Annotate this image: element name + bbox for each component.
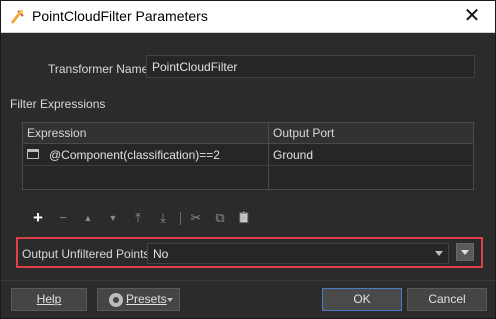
presets-button-label: Presets (126, 292, 167, 306)
row-divider (23, 165, 473, 166)
remove-row-icon[interactable]: − (55, 209, 71, 227)
move-bottom-icon[interactable]: ⤓ (155, 209, 171, 227)
output-unfiltered-label: Output Unfiltered Points: (22, 247, 153, 261)
presets-button[interactable]: Presets (97, 288, 180, 311)
transformer-name-label: Transformer Name: (48, 62, 152, 76)
column-header-output-port[interactable]: Output Port (273, 126, 334, 140)
help-button-label: Help (36, 292, 62, 306)
help-button[interactable]: Help (11, 288, 87, 311)
transformer-name-input[interactable]: PointCloudFilter (146, 55, 475, 78)
copy-icon[interactable]: ⧉ (212, 209, 228, 227)
cancel-button[interactable]: Cancel (407, 288, 487, 311)
chevron-down-icon (167, 298, 173, 302)
column-header-expression[interactable]: Expression (27, 126, 86, 140)
ok-button[interactable]: OK (322, 288, 402, 311)
expression-cell[interactable]: @Component(classification)==2 (49, 148, 220, 162)
footer-divider (1, 280, 495, 281)
chevron-down-icon (461, 250, 469, 255)
close-icon[interactable]: ✕ (461, 5, 483, 27)
filter-expressions-label: Filter Expressions (10, 97, 106, 111)
parameter-menu-button[interactable] (456, 243, 474, 261)
table-header: Expression Output Port (23, 123, 473, 144)
toolbar-separator-line (180, 212, 181, 225)
chevron-down-icon (435, 251, 443, 256)
add-row-icon[interactable]: + (30, 209, 46, 227)
title-bar: PointCloudFilter Parameters ✕ (1, 1, 495, 33)
move-up-icon[interactable]: ▲ (80, 209, 96, 227)
move-top-icon[interactable]: ⤒ (130, 209, 146, 227)
ok-button-label: OK (353, 292, 371, 306)
column-divider (268, 123, 269, 189)
paste-icon[interactable]: 📋 (236, 209, 252, 227)
filter-expressions-table: Expression Output Port @Component(classi… (22, 122, 474, 190)
move-down-icon[interactable]: ▼ (105, 209, 121, 227)
output-unfiltered-select[interactable]: No (147, 243, 449, 264)
cancel-button-label: Cancel (428, 292, 466, 306)
gear-icon (109, 293, 123, 307)
output-unfiltered-value: No (153, 247, 169, 261)
fme-workbench-icon (11, 10, 24, 24)
output-port-cell[interactable]: Ground (273, 148, 313, 162)
cut-icon[interactable]: ✂ (188, 209, 204, 227)
parameters-dialog: PointCloudFilter Parameters ✕ Transforme… (0, 0, 496, 319)
window-title: PointCloudFilter Parameters (32, 8, 208, 24)
expression-editor-icon[interactable] (27, 149, 39, 159)
